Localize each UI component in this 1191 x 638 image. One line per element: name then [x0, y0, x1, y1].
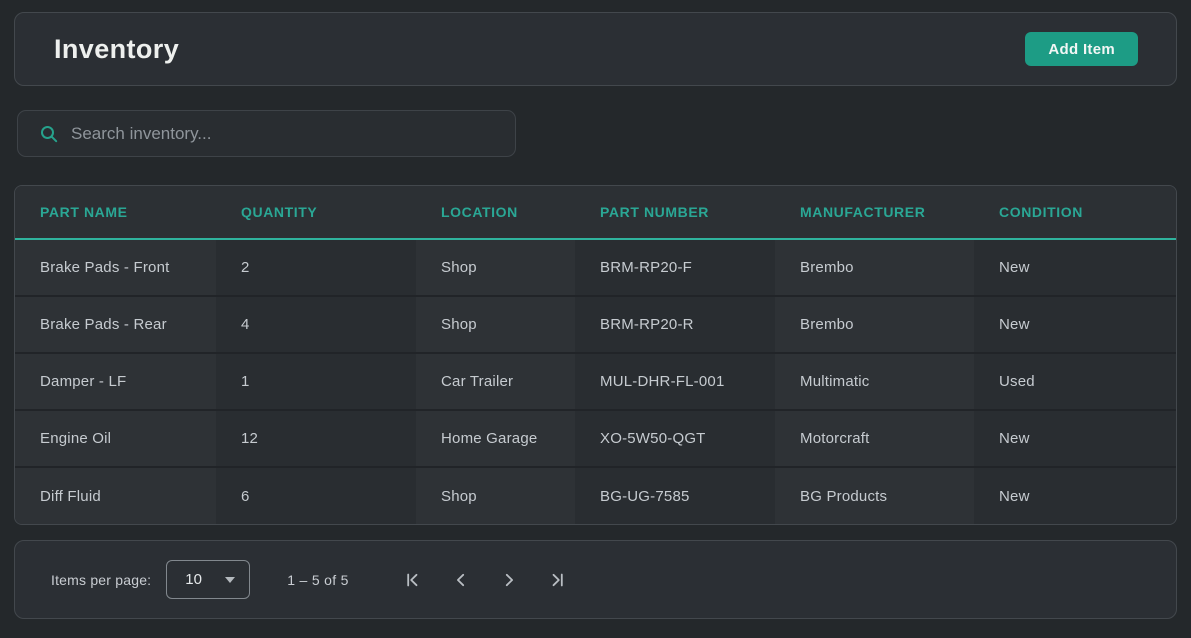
table-cell: 2: [216, 239, 416, 296]
add-item-button[interactable]: Add Item: [1025, 32, 1138, 66]
items-per-page-label: Items per page:: [51, 572, 151, 588]
table-cell: 12: [216, 410, 416, 467]
column-header: CONDITION: [974, 186, 1176, 239]
table-cell: New: [974, 467, 1176, 524]
first-page-icon: [405, 572, 421, 588]
last-page-icon: [549, 572, 565, 588]
column-header: MANUFACTURER: [775, 186, 974, 239]
pagination-bar: Items per page: 10 1 – 5 of 5: [14, 540, 1177, 619]
table-cell: BG Products: [775, 467, 974, 524]
search-box[interactable]: [17, 110, 516, 157]
first-page-button[interactable]: [389, 560, 437, 600]
table-cell: Home Garage: [416, 410, 575, 467]
table-cell: Brembo: [775, 296, 974, 353]
inventory-table: PART NAMEQUANTITYLOCATIONPART NUMBERMANU…: [14, 185, 1177, 525]
previous-page-button[interactable]: [437, 560, 485, 600]
chevron-right-icon: [501, 572, 517, 588]
table-cell: Multimatic: [775, 353, 974, 410]
chevron-left-icon: [453, 572, 469, 588]
table-cell: Car Trailer: [416, 353, 575, 410]
table-cell: BG-UG-7585: [575, 467, 775, 524]
page-title: Inventory: [54, 34, 179, 65]
search-icon: [40, 125, 58, 143]
next-page-button[interactable]: [485, 560, 533, 600]
table-cell: New: [974, 296, 1176, 353]
table-cell: Engine Oil: [15, 410, 216, 467]
table-cell: Brake Pads - Front: [15, 239, 216, 296]
last-page-button[interactable]: [533, 560, 581, 600]
table-row: Diff Fluid6ShopBG-UG-7585BG ProductsNew: [15, 467, 1176, 524]
table-cell: Motorcraft: [775, 410, 974, 467]
header-bar: Inventory Add Item: [14, 12, 1177, 86]
column-header: LOCATION: [416, 186, 575, 239]
table-row: Brake Pads - Front2ShopBRM-RP20-FBremboN…: [15, 239, 1176, 296]
page-range-label: 1 – 5 of 5: [287, 572, 348, 588]
table-cell: Brake Pads - Rear: [15, 296, 216, 353]
table-cell: Damper - LF: [15, 353, 216, 410]
table-cell: Shop: [416, 467, 575, 524]
column-header: PART NUMBER: [575, 186, 775, 239]
table-cell: BRM-RP20-R: [575, 296, 775, 353]
table-cell: MUL-DHR-FL-001: [575, 353, 775, 410]
table-row: Brake Pads - Rear4ShopBRM-RP20-RBremboNe…: [15, 296, 1176, 353]
items-per-page-value: 10: [185, 571, 202, 588]
table-row: Engine Oil12Home GarageXO-5W50-QGTMotorc…: [15, 410, 1176, 467]
table-cell: 6: [216, 467, 416, 524]
table-cell: 1: [216, 353, 416, 410]
table-cell: Brembo: [775, 239, 974, 296]
table-cell: Shop: [416, 296, 575, 353]
table-cell: New: [974, 410, 1176, 467]
search-input[interactable]: [71, 124, 499, 144]
column-header: QUANTITY: [216, 186, 416, 239]
table-cell: BRM-RP20-F: [575, 239, 775, 296]
table-cell: Diff Fluid: [15, 467, 216, 524]
column-header: PART NAME: [15, 186, 216, 239]
table-cell: XO-5W50-QGT: [575, 410, 775, 467]
table-header-row: PART NAMEQUANTITYLOCATIONPART NUMBERMANU…: [15, 186, 1176, 239]
items-per-page-select[interactable]: 10: [166, 560, 250, 599]
table-row: Damper - LF1Car TrailerMUL-DHR-FL-001Mul…: [15, 353, 1176, 410]
table-cell: New: [974, 239, 1176, 296]
pager-controls: [389, 560, 581, 600]
table-cell: 4: [216, 296, 416, 353]
chevron-down-icon: [225, 577, 235, 583]
table-cell: Used: [974, 353, 1176, 410]
table-cell: Shop: [416, 239, 575, 296]
